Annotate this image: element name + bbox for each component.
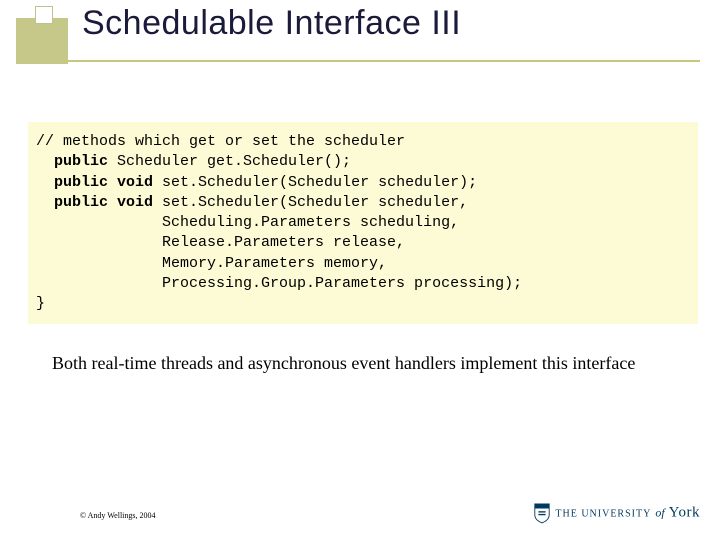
code-text: set.Scheduler(Scheduler scheduler, [153,194,468,211]
shield-icon [533,502,551,524]
university-logo: THE UNIVERSITY of York [533,502,700,524]
title-accent-square [35,6,53,24]
code-kw: void [108,194,153,211]
code-text: set.Scheduler(Scheduler scheduler); [153,174,477,191]
title-underline [60,60,700,62]
code-kw: public [36,194,108,211]
logo-york: York [669,505,700,521]
code-comment: // methods which get or set the schedule… [36,133,405,150]
title-accent-block [16,18,68,64]
code-kw: public [36,153,108,170]
code-text: Scheduling.Parameters scheduling, [36,214,459,231]
copyright-text: © Andy Wellings, 2004 [80,511,156,520]
code-text: Memory.Parameters memory, [36,255,387,272]
code-text: Scheduler get.Scheduler(); [108,153,351,170]
code-block: // methods which get or set the schedule… [28,122,698,324]
code-close-brace: } [36,295,45,312]
code-kw: public [36,174,108,191]
code-kw: void [108,174,153,191]
body-paragraph: Both real-time threads and asynchronous … [52,352,680,375]
logo-line1: THE UNIVERSITY [555,509,651,520]
page-title: Schedulable Interface III [82,4,461,43]
code-text: Release.Parameters release, [36,234,405,251]
code-text: Processing.Group.Parameters processing); [36,275,522,292]
logo-of: of [655,506,664,520]
